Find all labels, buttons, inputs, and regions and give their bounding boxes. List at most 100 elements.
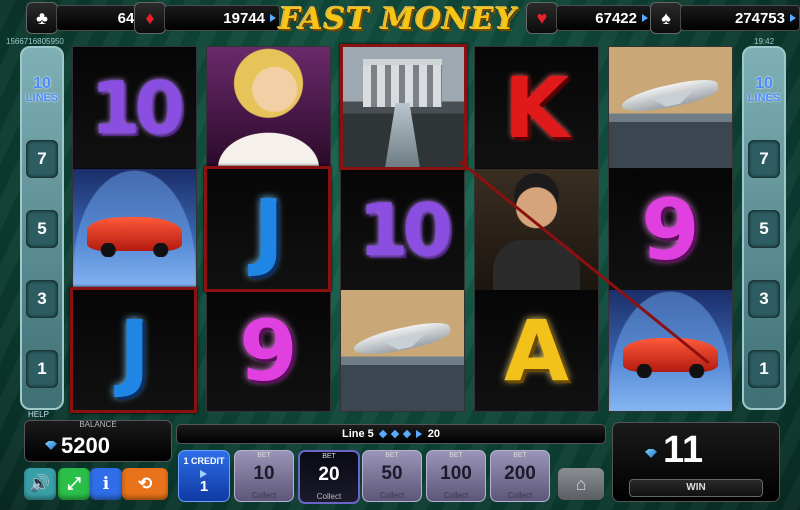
symbol-text: J (118, 301, 151, 400)
symbol-J: J (73, 290, 196, 411)
win-value: 11 (663, 429, 704, 471)
autoplay-icon[interactable]: ⟲ (122, 468, 168, 500)
symbol-mansion (341, 47, 464, 168)
symbol-text: 9 (239, 301, 298, 400)
bet-collect-label: Collect (379, 491, 405, 500)
help-label[interactable]: HELP (28, 410, 49, 419)
jackpot-diamond: ♦ 19744 (134, 2, 280, 34)
mansion-picture (341, 47, 464, 168)
symbol-text: 9 (641, 180, 700, 279)
win-box: 11 WIN (612, 422, 780, 502)
symbol-9: 9 (609, 169, 732, 290)
jackpot-spade: ♠ 274753 (650, 2, 800, 34)
bet-value: 10 (253, 463, 275, 484)
heart-icon: ♥ (526, 2, 558, 34)
win-label: WIN (629, 479, 763, 497)
symbol-text: J (252, 180, 285, 279)
line-button-5[interactable]: 5 (26, 210, 58, 248)
reel-3: 10 (340, 46, 465, 412)
diamond-icon: ♦ (134, 2, 166, 34)
bet-value: 100 (440, 463, 472, 484)
bet-label: BET (322, 453, 336, 460)
jackpot-heart-value: 67422 (556, 5, 652, 31)
credit-value: 1 (199, 478, 209, 495)
symbol-text: 10 (90, 65, 184, 150)
symbol-text: A (503, 301, 569, 400)
home-icon[interactable]: ⌂ (558, 468, 604, 500)
symbol-car (609, 290, 732, 411)
gem-icon (378, 429, 388, 439)
bet-label: BET (449, 452, 463, 459)
gem-icon (402, 429, 412, 439)
arrow-icon (415, 430, 422, 438)
line-button-3[interactable]: 3 (748, 280, 780, 318)
reel-1: 10 J (72, 46, 197, 412)
lines-count-label: LINES (25, 92, 59, 104)
symbol-text: 10 (358, 187, 452, 272)
line-button-7[interactable]: 7 (748, 140, 780, 178)
symbol-text: K (503, 58, 570, 157)
game-title: FAST MONEY (278, 2, 518, 37)
gem-icon (390, 429, 400, 439)
bet-value: 20 (318, 464, 340, 485)
line-button-5[interactable]: 5 (748, 210, 780, 248)
info-icon[interactable]: i (90, 468, 122, 500)
bet-value: 50 (381, 463, 403, 484)
bet-button-200[interactable]: BET 200 Collect (490, 450, 550, 502)
bet-collect-label: Collect (251, 491, 277, 500)
spade-icon: ♠ (650, 2, 682, 34)
lines-count-right: 10 LINES (744, 76, 784, 106)
bet-collect-label: Collect (316, 492, 342, 501)
reel-4: KA (474, 46, 599, 412)
woman-picture (207, 47, 330, 168)
symbol-K: K (475, 47, 598, 168)
fullscreen-icon[interactable]: ⤢ (58, 468, 90, 500)
car-picture (609, 290, 732, 411)
status-line-text: Line 5 (341, 428, 374, 440)
symbol-J: J (207, 169, 330, 290)
credit-button[interactable]: 1 CREDIT 1 (178, 450, 230, 502)
symbol-jet (341, 290, 464, 411)
symbol-10: 10 (341, 169, 464, 290)
lines-count-number: 10 (755, 75, 773, 92)
symbol-10: 10 (73, 47, 196, 168)
jet-picture (341, 290, 464, 411)
car-picture (73, 169, 196, 290)
line-button-3[interactable]: 3 (26, 280, 58, 318)
symbol-jet (609, 47, 732, 168)
balance-label: BALANCE (79, 420, 117, 429)
line-button-7[interactable]: 7 (26, 140, 58, 178)
session-id: 1566716805950 (6, 37, 64, 46)
gem-icon (45, 441, 57, 450)
jackpot-heart: ♥ 67422 (526, 2, 652, 34)
status-amount: 20 (427, 428, 441, 440)
line-button-1[interactable]: 1 (26, 350, 58, 388)
clock: 19:42 (754, 37, 775, 46)
bet-collect-label: Collect (507, 491, 533, 500)
bet-value: 200 (504, 463, 536, 484)
arrow-icon (200, 470, 207, 478)
jackpot-diamond-value: 19744 (164, 5, 280, 31)
symbol-9: 9 (207, 290, 330, 411)
jet-picture (609, 47, 732, 168)
lines-count-left: 10 LINES (22, 76, 62, 106)
bet-label: BET (257, 452, 271, 459)
line-button-1[interactable]: 1 (748, 350, 780, 388)
bet-label: BET (385, 452, 399, 459)
bet-button-50[interactable]: BET 50 Collect (362, 450, 422, 502)
gem-icon (645, 449, 657, 458)
symbol-A: A (475, 290, 598, 411)
status-bar: Line 5 20 (176, 424, 606, 444)
lines-count-label: LINES (747, 92, 781, 104)
bet-button-20[interactable]: BET 20 Collect (298, 450, 360, 504)
jackpot-spade-value: 274753 (680, 5, 800, 31)
credit-label: 1 CREDIT (183, 456, 225, 466)
symbol-car (73, 169, 196, 290)
reel-2: J9 (206, 46, 331, 412)
lines-count-number: 10 (33, 75, 51, 92)
bet-button-10[interactable]: BET 10 Collect (234, 450, 294, 502)
sound-icon[interactable]: 🔊 (24, 468, 56, 500)
bet-collect-label: Collect (443, 491, 469, 500)
balance-value: 5200 (61, 433, 110, 458)
bet-button-100[interactable]: BET 100 Collect (426, 450, 486, 502)
